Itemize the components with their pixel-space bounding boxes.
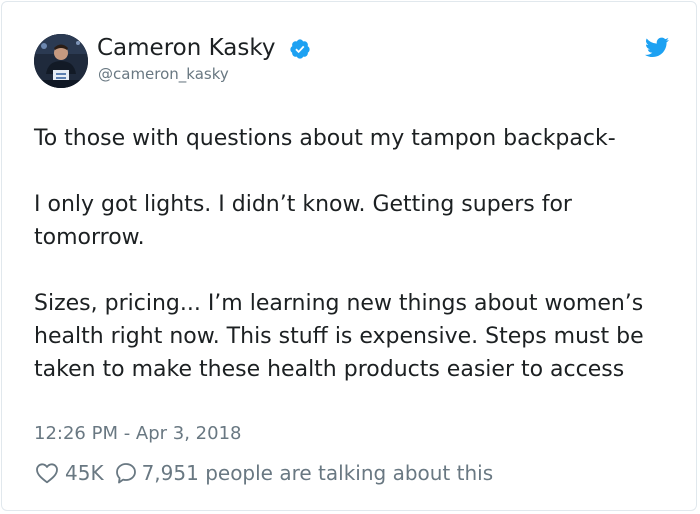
conversation-link[interactable]: 7,951 people are talking about this: [114, 461, 494, 485]
talking-count: 7,951 people are talking about this: [141, 461, 494, 485]
tweet-card: Cameron Kasky @cameron_kasky To those wi…: [1, 1, 697, 511]
tweet-timestamp[interactable]: 12:26 PM - Apr 3, 2018: [34, 423, 241, 444]
tweet-paragraph: I only got lights. I didn’t know. Gettin…: [34, 192, 572, 250]
speech-bubble-icon: [115, 463, 136, 484]
tweet-actions: 45K 7,951 people are talking about this: [35, 459, 493, 487]
author-handle[interactable]: @cameron_kasky: [98, 65, 229, 83]
avatar[interactable]: [34, 34, 88, 88]
like-count: 45K: [65, 461, 104, 485]
heart-icon: [36, 463, 58, 484]
like-button[interactable]: 45K: [35, 461, 114, 485]
twitter-bird-icon[interactable]: [645, 37, 669, 58]
verified-badge-icon: [290, 39, 310, 59]
tweet-paragraph: Sizes, pricing... I’m learning new thing…: [34, 291, 644, 382]
author-name[interactable]: Cameron Kasky: [97, 35, 276, 61]
avatar-photo: [34, 34, 88, 88]
tweet-text: To those with questions about my tampon …: [34, 122, 674, 386]
tweet-paragraph: To those with questions about my tampon …: [34, 126, 616, 151]
